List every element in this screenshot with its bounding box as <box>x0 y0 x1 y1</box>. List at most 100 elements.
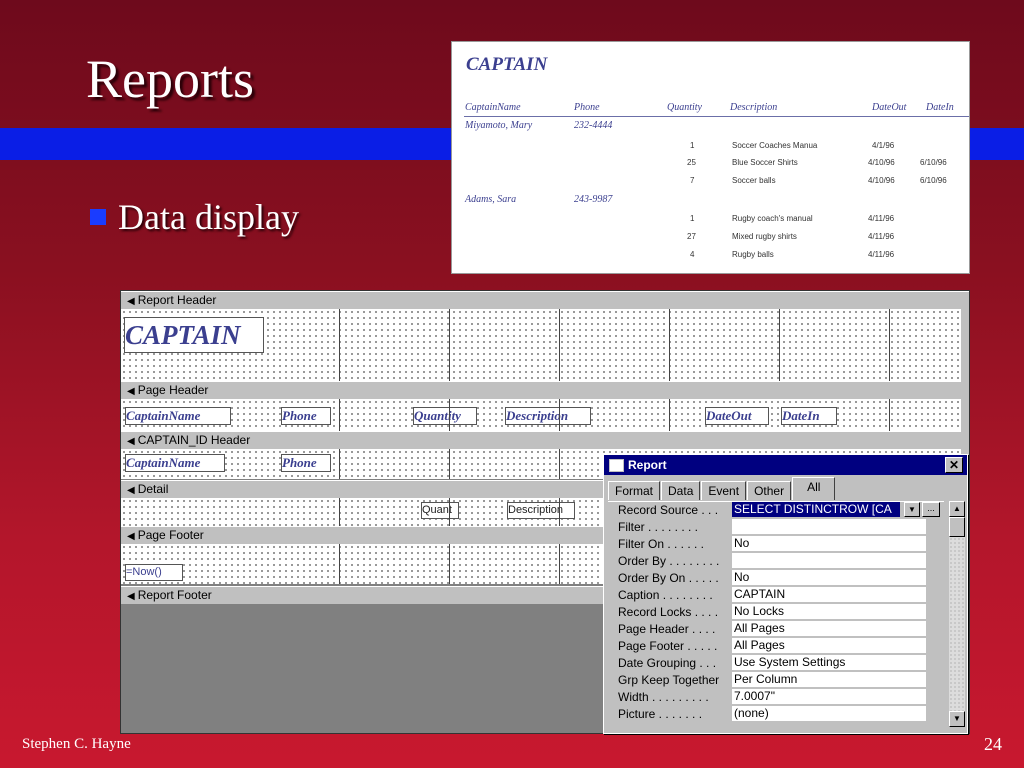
band-group-header[interactable]: ◀ CAPTAIN_ID Header <box>121 431 969 450</box>
tab-format[interactable]: Format <box>608 481 661 500</box>
property-row-record-locks[interactable]: Record Locks . . . . No Locks <box>608 604 944 621</box>
property-value-input[interactable]: 7.0007" <box>732 689 926 705</box>
property-row-order-by-on[interactable]: Order By On . . . . . No <box>608 570 944 587</box>
property-tabs: Format Data Event Other All <box>608 477 836 501</box>
band-arrow-icon: ◀ <box>127 485 135 496</box>
tab-all[interactable]: All <box>792 477 836 500</box>
band-label: Report Header <box>137 293 217 307</box>
property-value-input[interactable]: No <box>732 536 926 552</box>
property-row-date-grouping[interactable]: Date Grouping . . . Use System Settings <box>608 655 944 672</box>
preview-header-description: Description <box>730 102 778 113</box>
band-page-header[interactable]: ◀ Page Header <box>121 381 969 400</box>
grid-divider <box>449 544 450 584</box>
property-value-input[interactable]: All Pages <box>732 621 926 637</box>
tab-other[interactable]: Other <box>747 481 792 500</box>
preview-header-quantity: Quantity <box>667 102 702 113</box>
property-row-filter[interactable]: Filter . . . . . . . . <box>608 519 944 536</box>
property-label: Record Source . . . <box>618 503 719 517</box>
band-label: Detail <box>137 482 169 496</box>
preview-title: CAPTAIN <box>466 54 548 75</box>
ph-quantity-label[interactable]: Quantity <box>413 407 477 425</box>
gh-captainname-field[interactable]: CaptainName <box>125 454 225 472</box>
preview-line-datein: 6/10/96 <box>920 176 947 185</box>
property-scrollbar[interactable]: ▲ ▼ <box>949 501 965 727</box>
property-value-input[interactable]: CAPTAIN <box>732 587 926 603</box>
grid-divider <box>449 449 450 479</box>
preview-line-desc: Rugby balls <box>732 250 774 259</box>
preview-header-rule <box>464 116 969 117</box>
preview-header-dateout: DateOut <box>872 102 907 113</box>
property-row-order-by[interactable]: Order By . . . . . . . . <box>608 553 944 570</box>
property-row-grp-keep-together[interactable]: Grp Keep Together Per Column <box>608 672 944 689</box>
report-title-label[interactable]: CAPTAIN <box>124 317 264 353</box>
grid-divider <box>889 399 890 431</box>
footer-author: Stephen C. Hayne <box>22 736 131 752</box>
scroll-thumb[interactable] <box>949 517 965 537</box>
property-row-caption[interactable]: Caption . . . . . . . . CAPTAIN <box>608 587 944 604</box>
tab-data[interactable]: Data <box>661 481 701 500</box>
property-label: Page Footer . . . . . <box>618 639 718 653</box>
property-value-input[interactable]: SELECT DISTINCTROW [CA <box>732 502 900 518</box>
preview-line-desc: Rugby coach's manual <box>732 214 813 223</box>
ph-datein-label[interactable]: DateIn <box>781 407 837 425</box>
preview-header-phone: Phone <box>574 102 600 113</box>
preview-line-dateout: 4/11/96 <box>868 232 895 241</box>
preview-captain-name: Miyamoto, Mary <box>465 120 533 131</box>
slide-title: Reports <box>86 49 254 109</box>
band-report-header[interactable]: ◀ Report Header <box>121 291 969 310</box>
preview-line-qty: 27 <box>687 232 696 241</box>
preview-line-dateout: 4/10/96 <box>868 176 895 185</box>
property-value-input[interactable]: No Locks <box>732 604 926 620</box>
band-arrow-icon: ◀ <box>127 436 135 447</box>
tab-event[interactable]: Event <box>701 481 747 500</box>
gh-phone-field[interactable]: Phone <box>281 454 331 472</box>
preview-line-dateout: 4/11/96 <box>868 214 895 223</box>
pf-now-field[interactable]: =Now() <box>125 564 183 581</box>
scroll-down-icon[interactable]: ▼ <box>949 711 965 727</box>
band-label: Report Footer <box>137 588 212 602</box>
property-value-input[interactable]: (none) <box>732 706 926 722</box>
preview-captain-name: Adams, Sara <box>465 194 517 205</box>
property-row-record-source[interactable]: Record Source . . . SELECT DISTINCTROW [… <box>608 502 944 519</box>
close-icon[interactable]: ✕ <box>945 457 963 473</box>
ph-description-label[interactable]: Description <box>505 407 591 425</box>
property-label: Width . . . . . . . . . <box>618 690 709 704</box>
property-sheet-titlebar[interactable]: Report ✕ <box>604 455 967 475</box>
property-row-filter-on[interactable]: Filter On . . . . . . No <box>608 536 944 553</box>
ph-phone-label[interactable]: Phone <box>281 407 331 425</box>
report-header-section[interactable]: CAPTAIN <box>121 309 961 381</box>
property-value-input[interactable]: No <box>732 570 926 586</box>
grid-divider <box>669 309 670 381</box>
det-quantity-field[interactable]: Quant <box>421 502 459 519</box>
grid-divider <box>889 309 890 381</box>
scroll-up-icon[interactable]: ▲ <box>949 501 965 517</box>
property-label: Filter On . . . . . . <box>618 537 705 551</box>
property-value-input[interactable]: All Pages <box>732 638 926 654</box>
property-value-input[interactable] <box>732 553 926 569</box>
chevron-down-icon[interactable]: ▼ <box>904 502 920 517</box>
preview-line-datein: 6/10/96 <box>920 158 947 167</box>
property-value-input[interactable]: Per Column <box>732 672 926 688</box>
property-sheet-icon <box>609 459 624 472</box>
property-list: Record Source . . . SELECT DISTINCTROW [… <box>608 501 944 728</box>
property-row-picture[interactable]: Picture . . . . . . . (none) <box>608 706 944 723</box>
preview-captain-phone: 232-4444 <box>574 120 613 131</box>
property-value-input[interactable]: Use System Settings <box>732 655 926 671</box>
preview-line-dateout: 4/10/96 <box>868 158 895 167</box>
ph-dateout-label[interactable]: DateOut <box>705 407 769 425</box>
band-arrow-icon: ◀ <box>127 296 135 307</box>
grid-divider <box>449 309 450 381</box>
grid-divider <box>559 309 560 381</box>
builder-button[interactable]: ... <box>922 502 940 517</box>
grid-divider <box>559 399 560 431</box>
page-header-section[interactable]: CaptainName Phone Quantity Description D… <box>121 399 961 431</box>
property-row-page-footer[interactable]: Page Footer . . . . . All Pages <box>608 638 944 655</box>
property-row-page-header[interactable]: Page Header . . . . All Pages <box>608 621 944 638</box>
property-row-width[interactable]: Width . . . . . . . . . 7.0007" <box>608 689 944 706</box>
preview-header-datein: DateIn <box>926 102 954 113</box>
property-value-input[interactable] <box>732 519 926 535</box>
det-description-field[interactable]: Description <box>507 502 575 519</box>
ph-captainname-label[interactable]: CaptainName <box>125 407 231 425</box>
grid-divider <box>559 498 560 526</box>
grid-divider <box>559 544 560 584</box>
